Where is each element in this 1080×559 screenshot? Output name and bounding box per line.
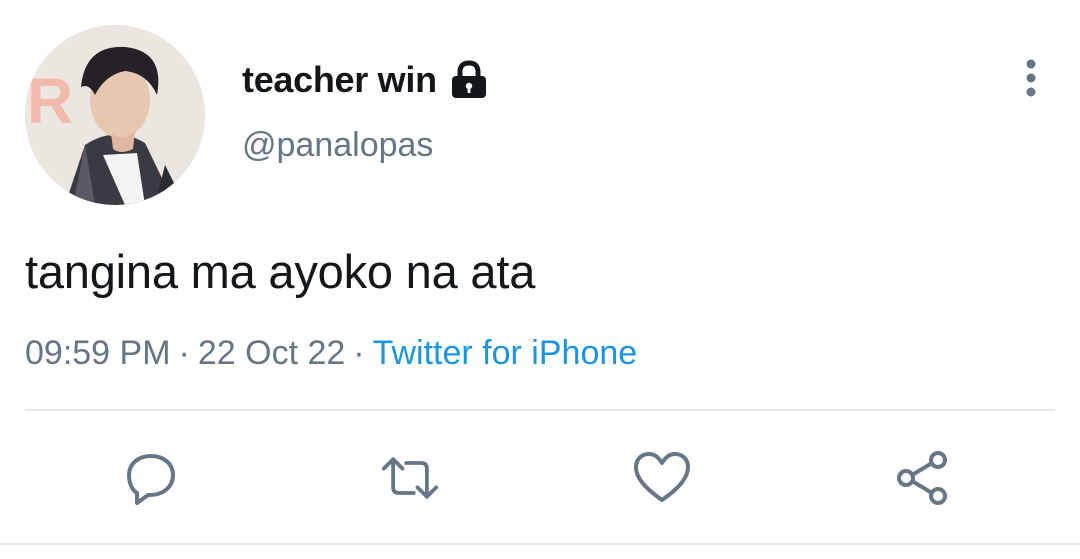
- retweet-icon: [381, 457, 439, 499]
- tweet-date[interactable]: 22 Oct 22: [198, 334, 345, 372]
- author-handle[interactable]: @panalopas: [242, 126, 433, 165]
- divider: [25, 409, 1055, 411]
- lock-icon: [451, 60, 487, 100]
- reply-icon: [127, 454, 175, 505]
- bottom-divider: [0, 543, 1080, 545]
- retweet-button[interactable]: [380, 448, 440, 508]
- tweet-time[interactable]: 09:59 PM: [25, 334, 171, 372]
- heart-icon: [634, 452, 690, 502]
- share-icon: [897, 451, 947, 505]
- like-button[interactable]: [632, 448, 692, 508]
- tweet-meta: 09:59 PM · 22 Oct 22 · Twitter for iPhone: [25, 334, 637, 373]
- tweet-text: tangina ma ayoko na ata: [25, 245, 536, 298]
- tweet-source-link[interactable]: Twitter for iPhone: [373, 334, 638, 372]
- tweet-detail: R teacher win @panalopas tangina ma ayok…: [0, 0, 1080, 559]
- svg-text:R: R: [27, 65, 73, 137]
- meta-separator: ·: [178, 334, 190, 372]
- author-name-row: teacher win: [242, 58, 487, 102]
- meta-separator: ·: [353, 334, 365, 372]
- more-vertical-icon[interactable]: [1016, 58, 1046, 98]
- share-button[interactable]: [892, 448, 952, 508]
- display-name[interactable]: teacher win: [242, 59, 437, 101]
- avatar[interactable]: R: [25, 25, 205, 205]
- reply-button[interactable]: [121, 448, 181, 508]
- avatar-image: R: [25, 25, 205, 205]
